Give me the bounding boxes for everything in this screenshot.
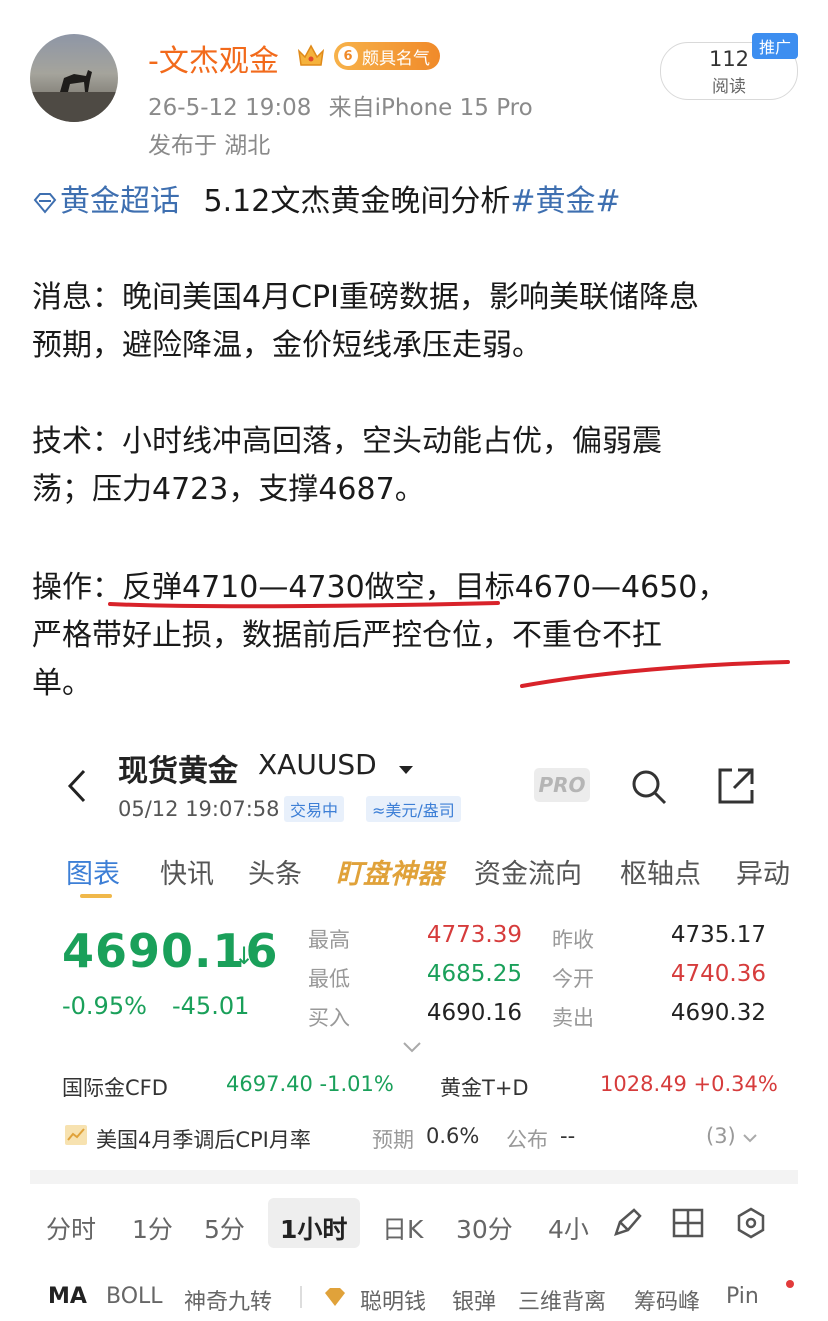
trading-status-tag: 交易中 xyxy=(284,796,345,822)
active-tab-underline xyxy=(80,894,112,898)
search-icon[interactable] xyxy=(630,768,668,810)
indicator-boll[interactable]: BOLL xyxy=(106,1284,163,1309)
period-1hour[interactable]: 1小时 xyxy=(280,1210,347,1246)
bid-label: 买入 xyxy=(308,1006,350,1030)
tab-anomaly[interactable]: 异动 xyxy=(736,852,790,891)
tab-capital-flow[interactable]: 资金流向 xyxy=(474,852,582,891)
pro-badge[interactable]: PRO xyxy=(534,768,590,802)
quote-title: 现货黄金 xyxy=(118,754,238,789)
td-value: 1028.49 +0.34% xyxy=(600,1072,778,1096)
tab-chart[interactable]: 图表 xyxy=(66,852,120,891)
td-label[interactable]: 黄金T+D xyxy=(440,1072,529,1102)
event-count[interactable]: (3) xyxy=(706,1124,758,1148)
period-5min[interactable]: 5分 xyxy=(204,1210,245,1246)
high-label: 最高 xyxy=(308,928,350,952)
open-value: 4740.36 xyxy=(670,961,766,987)
period-30min[interactable]: 30分 xyxy=(456,1210,513,1246)
indicator-pin[interactable]: Pin xyxy=(726,1284,759,1309)
indicator-silver-bullet[interactable]: 银弹 xyxy=(452,1284,496,1316)
red-underline-marks xyxy=(108,601,790,688)
section-divider xyxy=(30,1170,798,1184)
event-count-label: (3) xyxy=(706,1124,736,1148)
indicator-chip-peak[interactable]: 筹码峰 xyxy=(634,1284,700,1316)
cfd-label[interactable]: 国际金CFD xyxy=(62,1072,168,1102)
event-publish-label: 公布 xyxy=(506,1128,548,1152)
high-value: 4773.39 xyxy=(426,922,522,948)
period-4hour[interactable]: 4小 xyxy=(548,1210,589,1246)
tab-pivot-points[interactable]: 枢轴点 xyxy=(620,852,701,891)
event-forecast: 0.6% xyxy=(426,1124,480,1148)
tab-headlines[interactable]: 头条 xyxy=(248,852,302,891)
period-timeshare[interactable]: 分时 xyxy=(46,1210,96,1246)
diamond-badge-icon xyxy=(322,1286,348,1312)
indicator-ma[interactable]: MA xyxy=(48,1284,87,1309)
change-absolute: -45.01 xyxy=(172,992,250,1020)
period-daily[interactable]: 日K xyxy=(382,1210,423,1246)
tab-flash-news[interactable]: 快讯 xyxy=(160,852,214,891)
notification-dot xyxy=(786,1280,794,1288)
indicator-smart-money[interactable]: 聪明钱 xyxy=(360,1284,426,1316)
bid-value: 4690.16 xyxy=(426,1000,522,1026)
quote-time: 05/12 19:07:58 xyxy=(118,797,280,821)
change-percent: -0.95% xyxy=(62,992,147,1020)
open-label: 今开 xyxy=(552,967,594,991)
caret-down-icon[interactable] xyxy=(398,760,414,779)
trend-chart-icon xyxy=(64,1124,88,1150)
grid-layout-icon[interactable] xyxy=(672,1208,704,1242)
period-1min[interactable]: 1分 xyxy=(132,1210,173,1246)
indicator-3d-divergence[interactable]: 三维背离 xyxy=(518,1284,606,1316)
chevron-down-icon xyxy=(743,1134,758,1143)
event-title[interactable]: 美国4月季调后CPI月率 xyxy=(96,1124,311,1154)
ask-label: 卖出 xyxy=(552,1006,594,1030)
ask-value: 4690.32 xyxy=(670,1000,766,1026)
chevron-down-icon[interactable] xyxy=(402,1038,422,1057)
indicator-td9[interactable]: 神奇九转 xyxy=(184,1284,272,1316)
prev-close-value: 4735.17 xyxy=(670,922,766,948)
tab-watch-tool[interactable]: 盯盘神器 xyxy=(336,852,444,891)
settings-hexagon-icon[interactable] xyxy=(734,1206,768,1244)
low-label: 最低 xyxy=(308,967,350,991)
down-arrow-icon: ↓ xyxy=(234,942,255,970)
prev-close-label: 昨收 xyxy=(552,928,594,952)
back-arrow-icon[interactable] xyxy=(66,768,88,808)
quote-symbol[interactable]: XAUUSD xyxy=(258,748,377,781)
event-publish: -- xyxy=(560,1124,576,1148)
event-forecast-label: 预期 xyxy=(372,1128,414,1152)
unit-tag: ≈美元/盎司 xyxy=(366,796,461,822)
share-icon[interactable] xyxy=(716,766,756,810)
low-value: 4685.25 xyxy=(426,961,522,987)
indicator-divider xyxy=(300,1286,302,1308)
cfd-value: 4697.40 -1.01% xyxy=(226,1072,394,1096)
draw-tool-icon[interactable] xyxy=(610,1206,644,1244)
